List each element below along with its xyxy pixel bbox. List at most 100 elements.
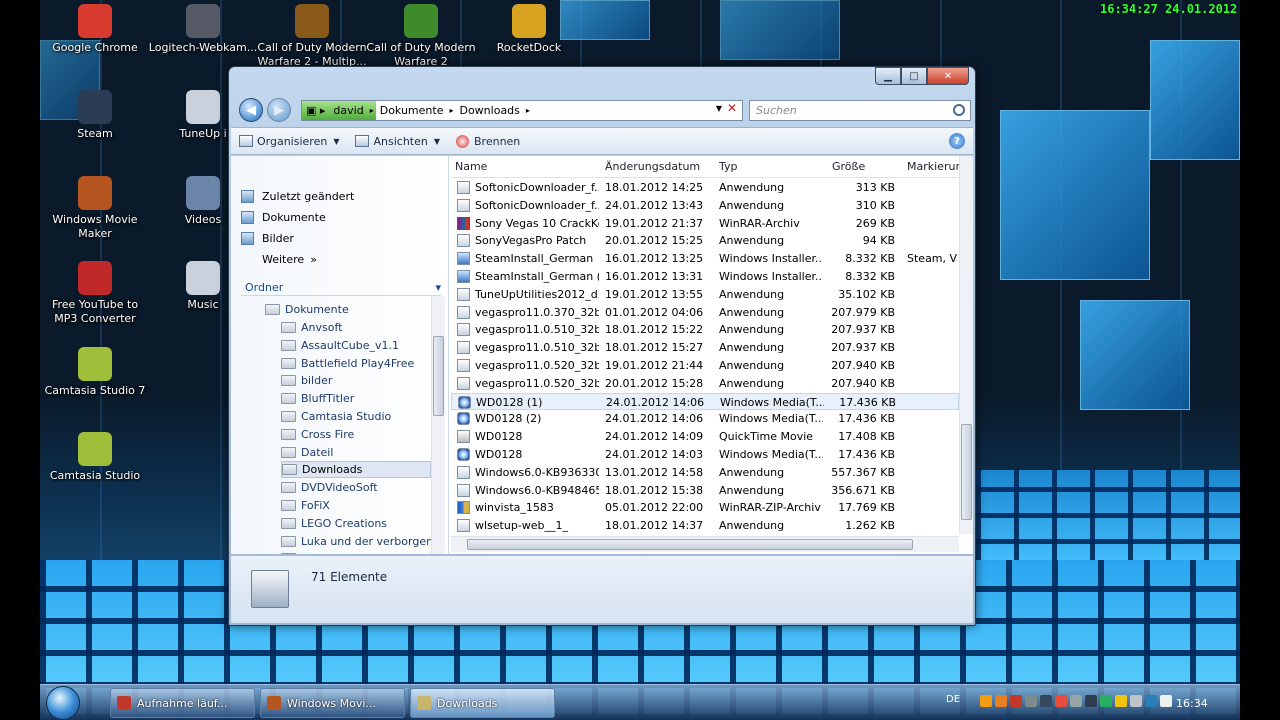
tray-icon[interactable] [1160,695,1172,707]
scrollbar-thumb[interactable] [961,424,972,520]
address-dropdown-icon[interactable]: ▼ [716,104,722,113]
tree-item[interactable]: Dokumente [265,301,415,318]
address-separator[interactable]: ▸ [524,101,532,120]
desktop-icon[interactable]: Camtasia Studio 7 [40,347,150,398]
address-segment[interactable]: Dokumente [376,101,448,120]
tree-item[interactable]: Anvsoft [281,319,431,336]
file-row[interactable]: wlsetup-web__1_ 18.01.2012 14:37 Anwendung… [451,517,959,535]
scrollbar-thumb[interactable] [433,336,444,416]
file-row[interactable]: vegaspro11.0.510_32bit 18.01.2012 15:22 An… [451,321,959,339]
tree-scrollbar[interactable] [431,296,445,554]
column-header-tags[interactable]: Markierun [907,160,959,173]
tree-item[interactable]: FoFiX [281,497,431,514]
address-segment[interactable]: Downloads [455,101,523,120]
search-icon[interactable] [953,104,965,116]
tree-item[interactable]: Camtasia Studio [281,408,431,425]
tray-icon[interactable] [1145,695,1157,707]
file-row[interactable]: vegaspro11.0.520_32bit... 20.01.2012 15:2… [451,375,959,393]
stop-icon[interactable]: ✕ [723,101,741,120]
desktop-icon[interactable]: Call of Duty Modern Warfare 2 [366,4,476,69]
file-row[interactable]: Windows6.0-KB936330... 13.01.2012 14:58 An… [451,464,959,482]
maximize-button[interactable]: □ [901,67,927,85]
start-button[interactable] [46,686,80,720]
address-separator[interactable]: ▸ [447,101,455,120]
file-row[interactable]: SteamInstall_German (1) 16.01.2012 13:31 W… [451,268,959,286]
file-row[interactable]: WD0128 24.01.2012 14:03 Windows Media(T...… [451,446,959,464]
tree-item[interactable]: LEGO Creations [281,515,431,532]
tree-item[interactable]: AssaultCube_v1.1 [281,337,431,354]
file-row[interactable]: winvista_1583 05.01.2012 22:00 WinRAR-ZIP-… [451,499,959,517]
tray-icon[interactable] [1070,695,1082,707]
tree-item[interactable]: ManicDiggerUserData [281,550,431,554]
taskbar-button[interactable]: Aufnahme läuf... [110,688,255,718]
tree-item[interactable]: Battlefield Play4Free [281,355,431,372]
favorite-link-recent[interactable]: Zuletzt geändert [241,186,354,206]
tree-item[interactable]: DVDVideoSoft [281,479,431,496]
favorite-link-pictures[interactable]: Bilder [241,228,294,248]
close-button[interactable]: ✕ [927,67,969,85]
file-row[interactable]: SonyVegasPro Patch 20.01.2012 15:25 Anwend… [451,232,959,250]
tray-icon[interactable] [1010,695,1022,707]
minimize-button[interactable]: ▁ [875,67,901,85]
tray-icon[interactable] [1025,695,1037,707]
desktop-icon[interactable]: Call of Duty Modern Warfare 2 - Multip..… [257,4,367,69]
favorite-link-more[interactable]: Weitere » [241,249,317,269]
taskbar-button[interactable]: Downloads [410,688,555,718]
desktop-icon[interactable]: Free YouTube to MP3 Converter [40,261,150,326]
desktop-icon[interactable]: Google Chrome [40,4,150,55]
desktop-icon[interactable]: Camtasia Studio [40,432,150,483]
column-header-type[interactable]: Typ [719,160,738,173]
column-header-size[interactable]: Größe [832,160,865,173]
organize-menu[interactable]: Organisieren ▼ [231,129,347,153]
column-header-name[interactable]: Name [455,160,487,173]
desktop-icon[interactable]: Logitech-Webkam... [148,4,258,55]
address-root-icon[interactable]: ▣ ▸ [302,101,330,120]
list-horizontal-scrollbar[interactable] [451,536,959,552]
back-button[interactable]: ◀ [239,98,263,122]
language-indicator[interactable]: DE [946,694,960,705]
search-input[interactable]: Suchen [749,100,971,121]
file-row[interactable]: SteamInstall_German 16.01.2012 13:25 Windo… [451,250,959,268]
tray-icon[interactable] [1085,695,1097,707]
file-row[interactable]: vegaspro11.0.370_32bit 01.01.2012 04:06 An… [451,304,959,322]
scrollbar-thumb[interactable] [467,539,913,550]
tray-icon[interactable] [1055,695,1067,707]
file-row[interactable]: TuneUpUtilities2012_d... 19.01.2012 13:55… [451,286,959,304]
taskbar-clock[interactable]: 16:34 [1176,697,1208,710]
tree-item[interactable]: Cross Fire [281,426,431,443]
list-vertical-scrollbar[interactable] [959,156,973,534]
file-row[interactable]: WD0128 24.01.2012 14:09 QuickTime Movie 17.… [451,428,959,446]
file-row[interactable]: vegaspro11.0.510_32bit... 18.01.2012 15:2… [451,339,959,357]
tray-icon[interactable] [995,695,1007,707]
tray-icon[interactable] [1130,695,1142,707]
file-row[interactable]: SoftonicDownloader_f... 18.01.2012 14:25 A… [451,179,959,197]
tray-icon[interactable] [1100,695,1112,707]
tree-item[interactable]: Dateil [281,444,431,461]
column-header-date[interactable]: Änderungsdatum [605,160,700,173]
tray-icon[interactable] [1115,695,1127,707]
tree-item[interactable]: BluffTitler [281,390,431,407]
file-row[interactable]: Sony Vegas 10 CrackKe... 19.01.2012 21:37… [451,215,959,233]
forward-button[interactable]: ▶ [267,98,291,122]
desktop-icon[interactable]: RocketDock [474,4,584,55]
file-row[interactable]: WD0128 (1) 24.01.2012 14:06 Windows Media(… [451,392,959,411]
file-row[interactable]: WD0128 (2) 24.01.2012 14:06 Windows Media(… [451,410,959,428]
views-menu[interactable]: Ansichten ▼ [347,129,448,153]
tray-icon[interactable] [1040,695,1052,707]
address-bar[interactable]: ▣ ▸ david ▸ Dokumente ▸ Downloads ▸ ▼ [301,100,743,121]
taskbar-button[interactable]: Windows Movi... [260,688,405,718]
file-row[interactable]: Windows6.0-KB948465... 18.01.2012 15:38 An… [451,482,959,500]
tree-item[interactable]: Downloads [281,461,431,479]
address-segment[interactable]: david [329,101,368,120]
tree-item[interactable]: Luka und der verborgene [281,533,431,550]
folders-header[interactable]: Ordner ▾ [245,278,441,296]
help-icon[interactable]: ? [949,133,965,149]
file-row[interactable]: vegaspro11.0.520_32bit 19.01.2012 21:44 An… [451,357,959,375]
desktop-icon[interactable]: Steam [40,90,150,141]
favorite-link-documents[interactable]: Dokumente [241,207,326,227]
tree-item[interactable]: bilder [281,372,431,389]
file-row[interactable]: SoftonicDownloader_f... 24.01.2012 13:43 A… [451,197,959,215]
tray-icon[interactable] [980,695,992,707]
burn-button[interactable]: Brennen [448,129,528,153]
address-separator[interactable]: ▸ [367,101,376,120]
